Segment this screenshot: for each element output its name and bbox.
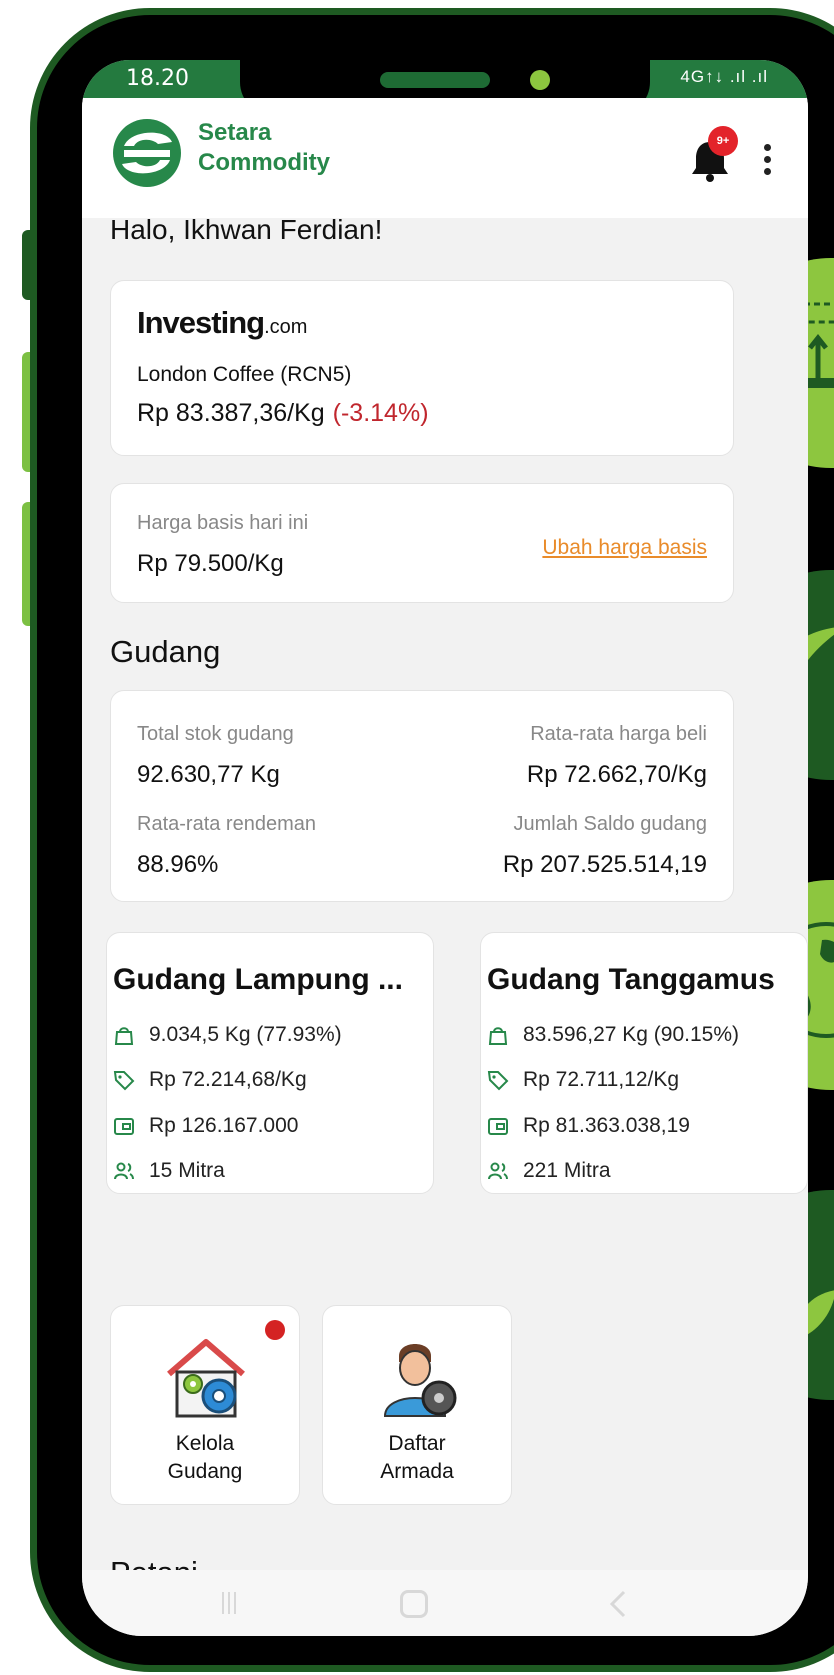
- commodity-name: London Coffee (RCN5): [137, 363, 352, 386]
- total-stock-label: Total stok gudang: [137, 723, 294, 745]
- warehouse-stats-card: Total stok gudang 92.630,77 Kg Rata-rata…: [110, 690, 734, 902]
- stage: 18.20 4G↑↓ .ıl .ıl Setara Commodity 9+ H…: [0, 0, 834, 1675]
- avg-yield-label: Rata-rata rendeman: [137, 813, 316, 835]
- bag-icon: [488, 1027, 508, 1045]
- app-logo-icon: [113, 119, 181, 187]
- warehouse-partners: 15 Mitra: [113, 1159, 225, 1183]
- users-icon: [114, 1162, 134, 1180]
- app-name-line1: Setara: [198, 119, 272, 146]
- balance-value: Rp 207.525.514,19: [502, 851, 707, 878]
- warehouse-card[interactable]: Gudang Tanggamus 83.596,27 Kg (90.15%) R…: [480, 932, 808, 1194]
- notification-dot: [265, 1320, 285, 1340]
- warehouse-price: Rp 72.214,68/Kg: [113, 1068, 307, 1092]
- app-name: Setara Commodity: [198, 118, 330, 178]
- bag-icon: [114, 1027, 134, 1045]
- basis-price-card: Harga basis hari ini Rp 79.500/Kg Ubah h…: [110, 483, 734, 603]
- app-name-line2: Commodity: [198, 149, 330, 176]
- driver-icon: [383, 1344, 457, 1417]
- price-change: (-3.14%): [332, 399, 429, 427]
- kebab-menu-icon[interactable]: [762, 144, 772, 178]
- users-icon: [488, 1162, 508, 1180]
- tile-kelola-gudang[interactable]: Kelola Gudang: [110, 1305, 300, 1505]
- warehouse-stock: 83.596,27 Kg (90.15%): [487, 1023, 739, 1047]
- camera-lens: [530, 70, 550, 90]
- warehouse-gear-icon: [167, 1339, 245, 1418]
- status-time: 18.20: [126, 66, 189, 91]
- warehouse-balance: Rp 81.363.038,19: [487, 1114, 690, 1138]
- tile-label: Kelola Gudang: [167, 1432, 243, 1483]
- system-navigation-bar: [82, 1570, 808, 1636]
- greeting: Halo, Ikhwan Ferdian!: [110, 214, 383, 245]
- tile-label: Daftar Armada: [380, 1432, 454, 1483]
- warehouse-partners: 221 Mitra: [487, 1159, 611, 1183]
- balance-label: Jumlah Saldo gudang: [513, 813, 707, 835]
- avg-buy-value: Rp 72.662,70/Kg: [526, 761, 707, 788]
- app-header: Setara Commodity 9+: [82, 98, 808, 218]
- back-icon[interactable]: [606, 1590, 630, 1618]
- recent-apps-icon[interactable]: [222, 1592, 240, 1614]
- basis-value: Rp 79.500/Kg: [137, 550, 284, 577]
- app-screen: 18.20 4G↑↓ .ıl .ıl Setara Commodity 9+ H…: [82, 60, 808, 1636]
- warehouse-stock: 9.034,5 Kg (77.93%): [113, 1023, 342, 1047]
- change-basis-link[interactable]: Ubah harga basis: [542, 536, 707, 560]
- warehouse-name: Gudang Tanggamus: [487, 963, 775, 996]
- status-indicators: 4G↑↓ .ıl .ıl: [680, 67, 768, 86]
- investing-logo: Investing.com: [137, 305, 308, 340]
- total-stock-value: 92.630,77 Kg: [137, 761, 280, 788]
- avg-buy-label: Rata-rata harga beli: [530, 723, 707, 745]
- wallet-icon: [488, 1118, 508, 1135]
- home-icon[interactable]: [400, 1590, 428, 1618]
- wallet-icon: [114, 1118, 134, 1135]
- tag-icon: [487, 1071, 509, 1091]
- market-price-card[interactable]: Investing.com London Coffee (RCN5) Rp 83…: [110, 280, 734, 456]
- warehouse-name: Gudang Lampung ...: [113, 963, 403, 996]
- tile-daftar-armada[interactable]: Daftar Armada: [322, 1305, 512, 1505]
- section-title-gudang: Gudang: [110, 634, 221, 669]
- speaker-grille: [380, 72, 490, 88]
- basis-label: Harga basis hari ini: [137, 512, 309, 534]
- notification-badge: 9+: [708, 126, 738, 156]
- commodity-price: Rp 83.387,36/Kg (-3.14%): [137, 399, 429, 427]
- tag-icon: [113, 1071, 135, 1091]
- avg-yield-value: 88.96%: [137, 851, 219, 878]
- warehouse-balance: Rp 126.167.000: [113, 1114, 298, 1138]
- warehouse-card[interactable]: Gudang Lampung ... 9.034,5 Kg (77.93%) R…: [106, 932, 434, 1194]
- warehouse-price: Rp 72.711,12/Kg: [487, 1068, 679, 1092]
